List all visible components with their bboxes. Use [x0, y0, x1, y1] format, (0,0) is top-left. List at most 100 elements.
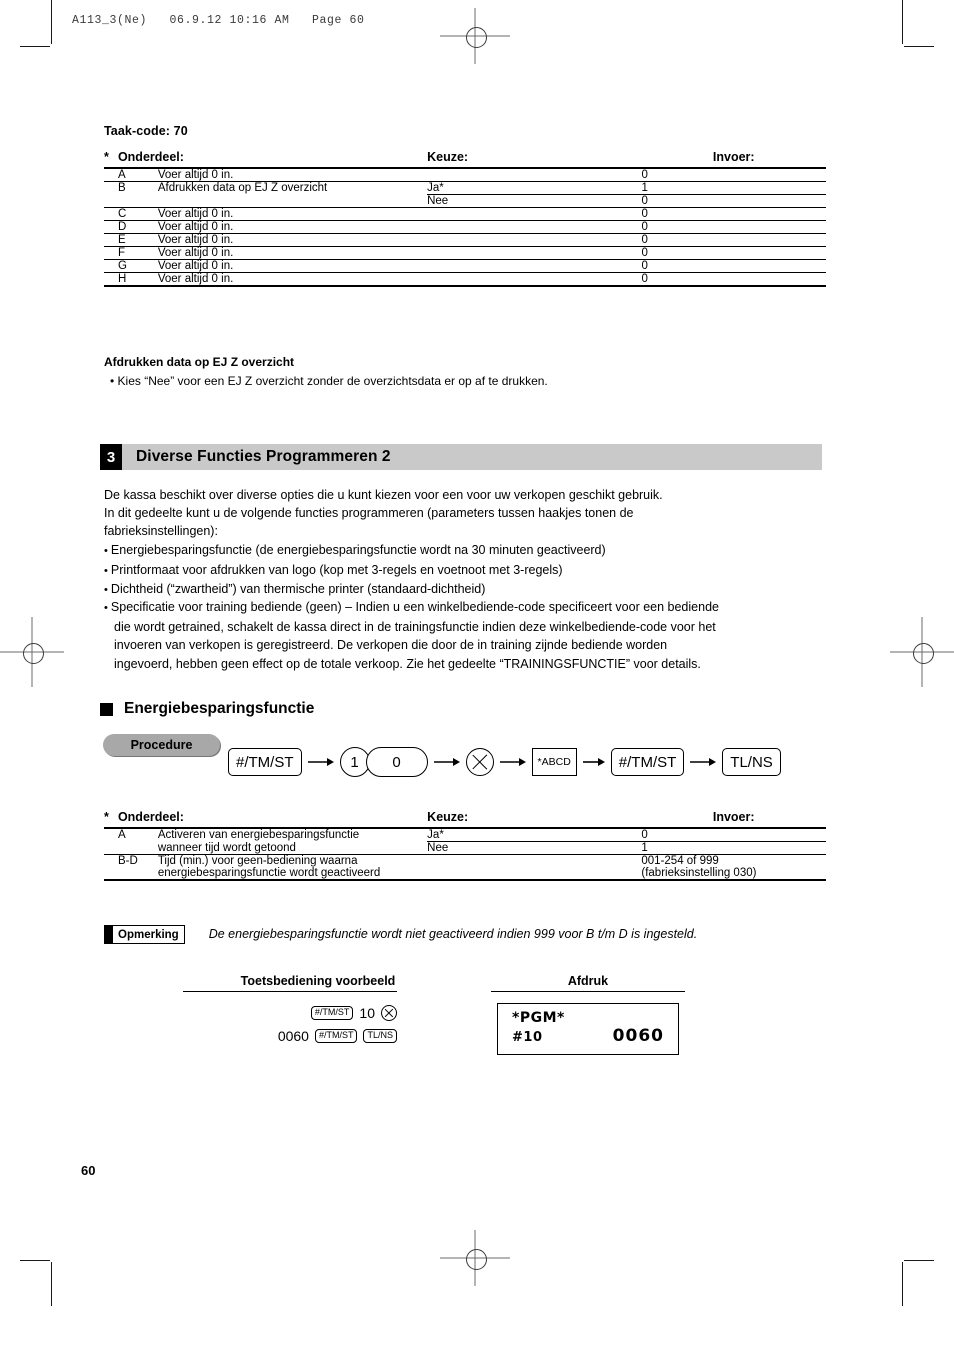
receipt-value: 0060 — [612, 1026, 664, 1046]
table-row: A Activeren van energiebesparingsfunctie… — [104, 827, 826, 842]
row-invoer: 0 — [641, 259, 826, 273]
note-text: De energiebesparingsfunctie wordt niet g… — [208, 927, 698, 941]
row-invoer-1: 0 — [641, 827, 826, 842]
table-row: E Voer altijd 0 in. 0 — [104, 233, 826, 247]
registration-mark-bottom — [440, 1230, 510, 1286]
section-number-badge: 3 — [100, 444, 122, 470]
row-description: Voer altijd 0 in. — [157, 259, 428, 273]
procedure-key-sequence: #/TM/ST 1 0 *ABCD #/TM/ST TL/NS — [228, 744, 781, 780]
row-description: Voer altijd 0 in. — [157, 207, 428, 221]
table-header-invoer: Invoer: — [712, 150, 755, 164]
key-abcd-parameter[interactable]: *ABCD — [531, 748, 577, 776]
key-multiply-icon[interactable] — [465, 748, 494, 776]
list-item: • Printformaat voor afdrukken van logo (… — [104, 561, 844, 581]
spec-table-taak-70: * Onderdeel: Keuze: Invoer: A Voer altij… — [104, 150, 826, 288]
row-description-line-1: Tijd (min.) voor geen-bediening waarna — [157, 854, 428, 867]
table-header-row: * Onderdeel: Keuze: Invoer: — [104, 150, 826, 168]
row-spacer — [104, 181, 118, 195]
example-right-title: Afdruk — [567, 974, 609, 988]
row-keuze: Ja* — [427, 181, 642, 195]
row-spacer — [104, 246, 118, 260]
section-header: 3 Diverse Functies Programmeren 2 — [100, 444, 822, 470]
key-tl-ns[interactable]: TL/NS — [363, 1028, 397, 1044]
row-id: A — [117, 167, 158, 182]
key-digit-0[interactable]: 0 — [365, 747, 428, 777]
table-row: Nee 0 — [104, 194, 826, 208]
row-description: Voer altijd 0 in. — [157, 233, 428, 247]
key-tl-ns[interactable]: TL/NS — [722, 748, 781, 776]
key-multiply-icon[interactable] — [381, 1005, 397, 1021]
table-row: C Voer altijd 0 in. 0 — [104, 207, 826, 221]
row-invoer: 0 — [641, 194, 826, 208]
row-spacer — [104, 827, 118, 842]
key-hash-tm-st[interactable]: #/TM/ST — [310, 1005, 354, 1021]
table-row: G Voer altijd 0 in. 0 — [104, 259, 826, 273]
arrow-icon — [690, 757, 717, 767]
list-item: • Dichtheid (“zwartheid”) van thermische… — [104, 580, 844, 600]
table-star-marker: * — [104, 810, 109, 824]
subnote-title: Afdrukken data op EJ Z overzicht — [104, 355, 295, 369]
note-badge-label: Opmerking — [113, 925, 185, 944]
example-key-line-1: #/TM/ST 10 — [180, 1003, 397, 1023]
row-id: G — [117, 259, 158, 273]
table-header-keuze: Keuze: — [427, 810, 469, 824]
key-hash-tm-st-2[interactable]: #/TM/ST — [610, 748, 685, 776]
table-row: B-D Tijd (min.) voor geen-bediening waar… — [104, 854, 826, 867]
list-item-label: Printformaat voor afdrukken van logo (ko… — [110, 562, 563, 577]
crop-mark-top-left-horizontal — [20, 46, 50, 47]
note-row: Opmerking De energiebesparingsfunctie wo… — [104, 925, 697, 944]
arrow-icon — [307, 757, 334, 767]
crop-mark-top-left-vertical — [51, 0, 52, 44]
row-description: Voer altijd 0 in. — [157, 246, 428, 260]
row-invoer-2: (fabrieksinstelling 030) — [641, 867, 757, 879]
row-description-line-2: energiebesparingsfunctie wordt geactivee… — [157, 867, 381, 879]
table-header-invoer: Invoer: — [712, 810, 755, 824]
row-keuze-1: Ja* — [427, 827, 642, 842]
example-key-operation: #/TM/ST 10 0060 #/TM/ST TL/NS — [180, 1003, 397, 1049]
spec-table-energiebesparing: * Onderdeel: Keuze: Invoer: A Activeren … — [104, 810, 826, 882]
bullet-dot-icon: • — [104, 584, 111, 596]
row-description: Voer altijd 0 in. — [157, 220, 428, 234]
table-row: A Voer altijd 0 in. 0 — [104, 167, 826, 182]
row-invoer: 0 — [641, 207, 826, 221]
section-paragraph-line-1: De kassa beschikt over diverse opties di… — [104, 488, 663, 502]
receipt-line-2: #10 0060 — [512, 1026, 678, 1046]
row-spacer — [104, 842, 118, 855]
row-spacer — [104, 259, 118, 273]
note-badge: Opmerking — [104, 925, 185, 944]
list-item: • Energiebesparingsfunctie (de energiebe… — [104, 541, 844, 561]
bullet-dot-icon: • — [104, 602, 111, 614]
row-keuze — [427, 167, 642, 182]
row-keuze-empty — [427, 867, 641, 880]
crop-mark-bottom-left-horizontal — [20, 1260, 50, 1261]
table-bottom-rule — [104, 879, 826, 882]
row-keuze — [427, 233, 642, 247]
receipt-printout: *PGM* #10 0060 — [497, 1003, 679, 1055]
row-spacer — [104, 195, 118, 208]
receipt-code: #10 — [512, 1030, 543, 1045]
key-hash-tm-st-2[interactable]: #/TM/ST — [314, 1028, 358, 1044]
crop-mark-bottom-right-vertical — [902, 1262, 903, 1306]
key-hash-tm-st[interactable]: #/TM/ST — [228, 748, 302, 776]
row-invoer-2: 1 — [641, 841, 826, 855]
row-description-line-2: wanneer tijd wordt getoond — [157, 841, 296, 854]
row-spacer — [104, 207, 118, 221]
row-invoer: 0 — [641, 220, 826, 234]
taak-code-label: Taak-code: 70 — [104, 124, 188, 138]
row-keuze-empty — [427, 854, 642, 867]
row-id: E — [117, 233, 158, 247]
example-left-underline — [183, 991, 397, 993]
table-header-onderdeel: Onderdeel: — [117, 150, 184, 164]
table-row: H Voer altijd 0 in. 0 — [104, 272, 826, 286]
arrow-icon — [499, 757, 526, 767]
list-item: • Specificatie voor training bediende (g… — [104, 598, 844, 618]
table-row: wanneer tijd wordt getoond Nee 1 — [104, 841, 826, 855]
table-header-onderdeel: Onderdeel: — [117, 810, 184, 824]
example-left-title: Toetsbediening voorbeeld — [240, 974, 396, 988]
note-square-icon — [104, 925, 113, 944]
receipt-line-1: *PGM* — [512, 1010, 678, 1026]
list-item-cont: invoeren van verkopen is geregistreerd. … — [114, 638, 668, 652]
row-spacer — [104, 272, 118, 286]
row-keuze-2: Nee — [427, 841, 642, 855]
arrow-icon — [433, 757, 460, 767]
